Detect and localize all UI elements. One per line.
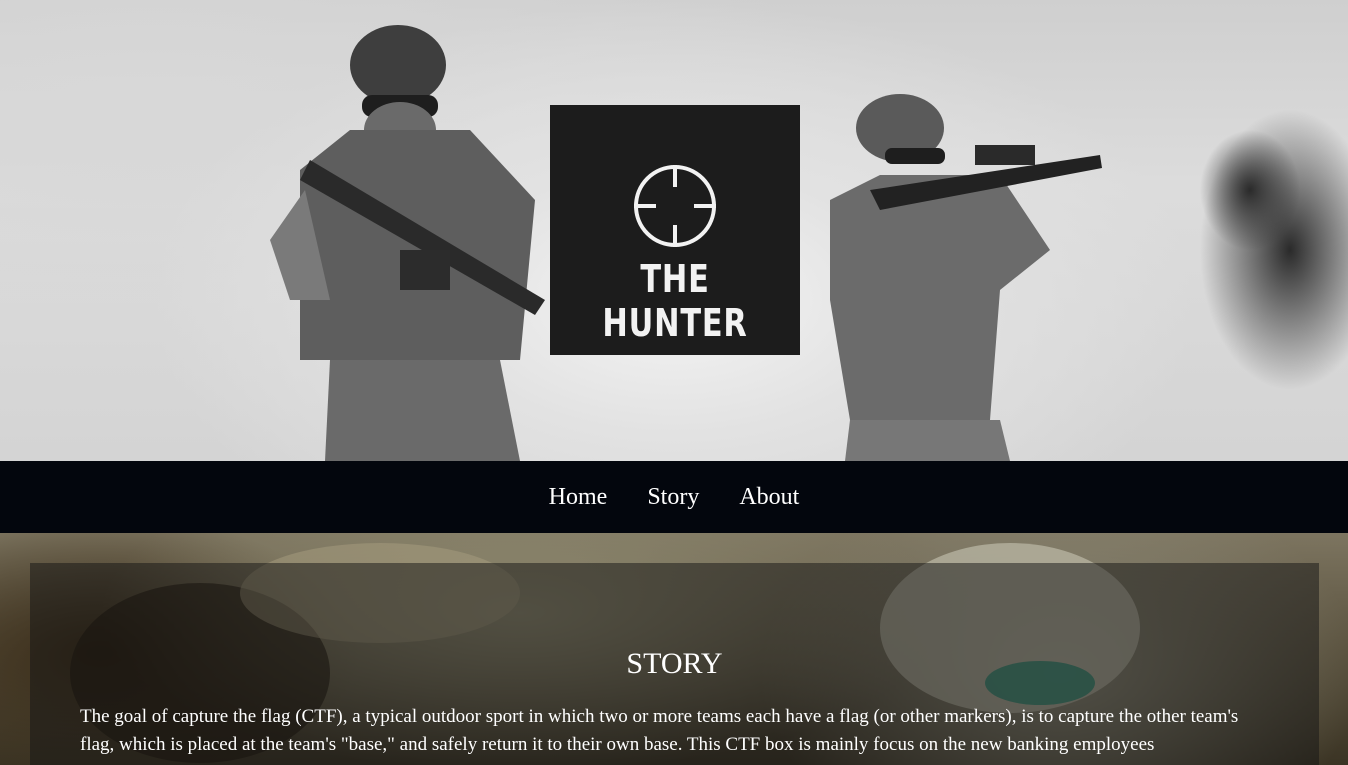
main-nav: Home Story About: [0, 461, 1348, 533]
story-heading: STORY: [626, 647, 723, 680]
nav-about-link[interactable]: About: [739, 484, 799, 511]
hero-banner: THE HUNTER: [0, 0, 1348, 461]
logo-text: THE HUNTER: [602, 257, 748, 345]
site-logo[interactable]: THE HUNTER: [550, 105, 800, 355]
story-panel: STORY The goal of capture the flag (CTF)…: [30, 563, 1319, 765]
nav-story-link[interactable]: Story: [647, 484, 699, 511]
story-section: STORY The goal of capture the flag (CTF)…: [0, 533, 1348, 765]
nav-home-link[interactable]: Home: [549, 484, 608, 511]
story-paragraph: The goal of capture the flag (CTF), a ty…: [80, 706, 1239, 755]
crosshair-icon: [634, 165, 716, 247]
